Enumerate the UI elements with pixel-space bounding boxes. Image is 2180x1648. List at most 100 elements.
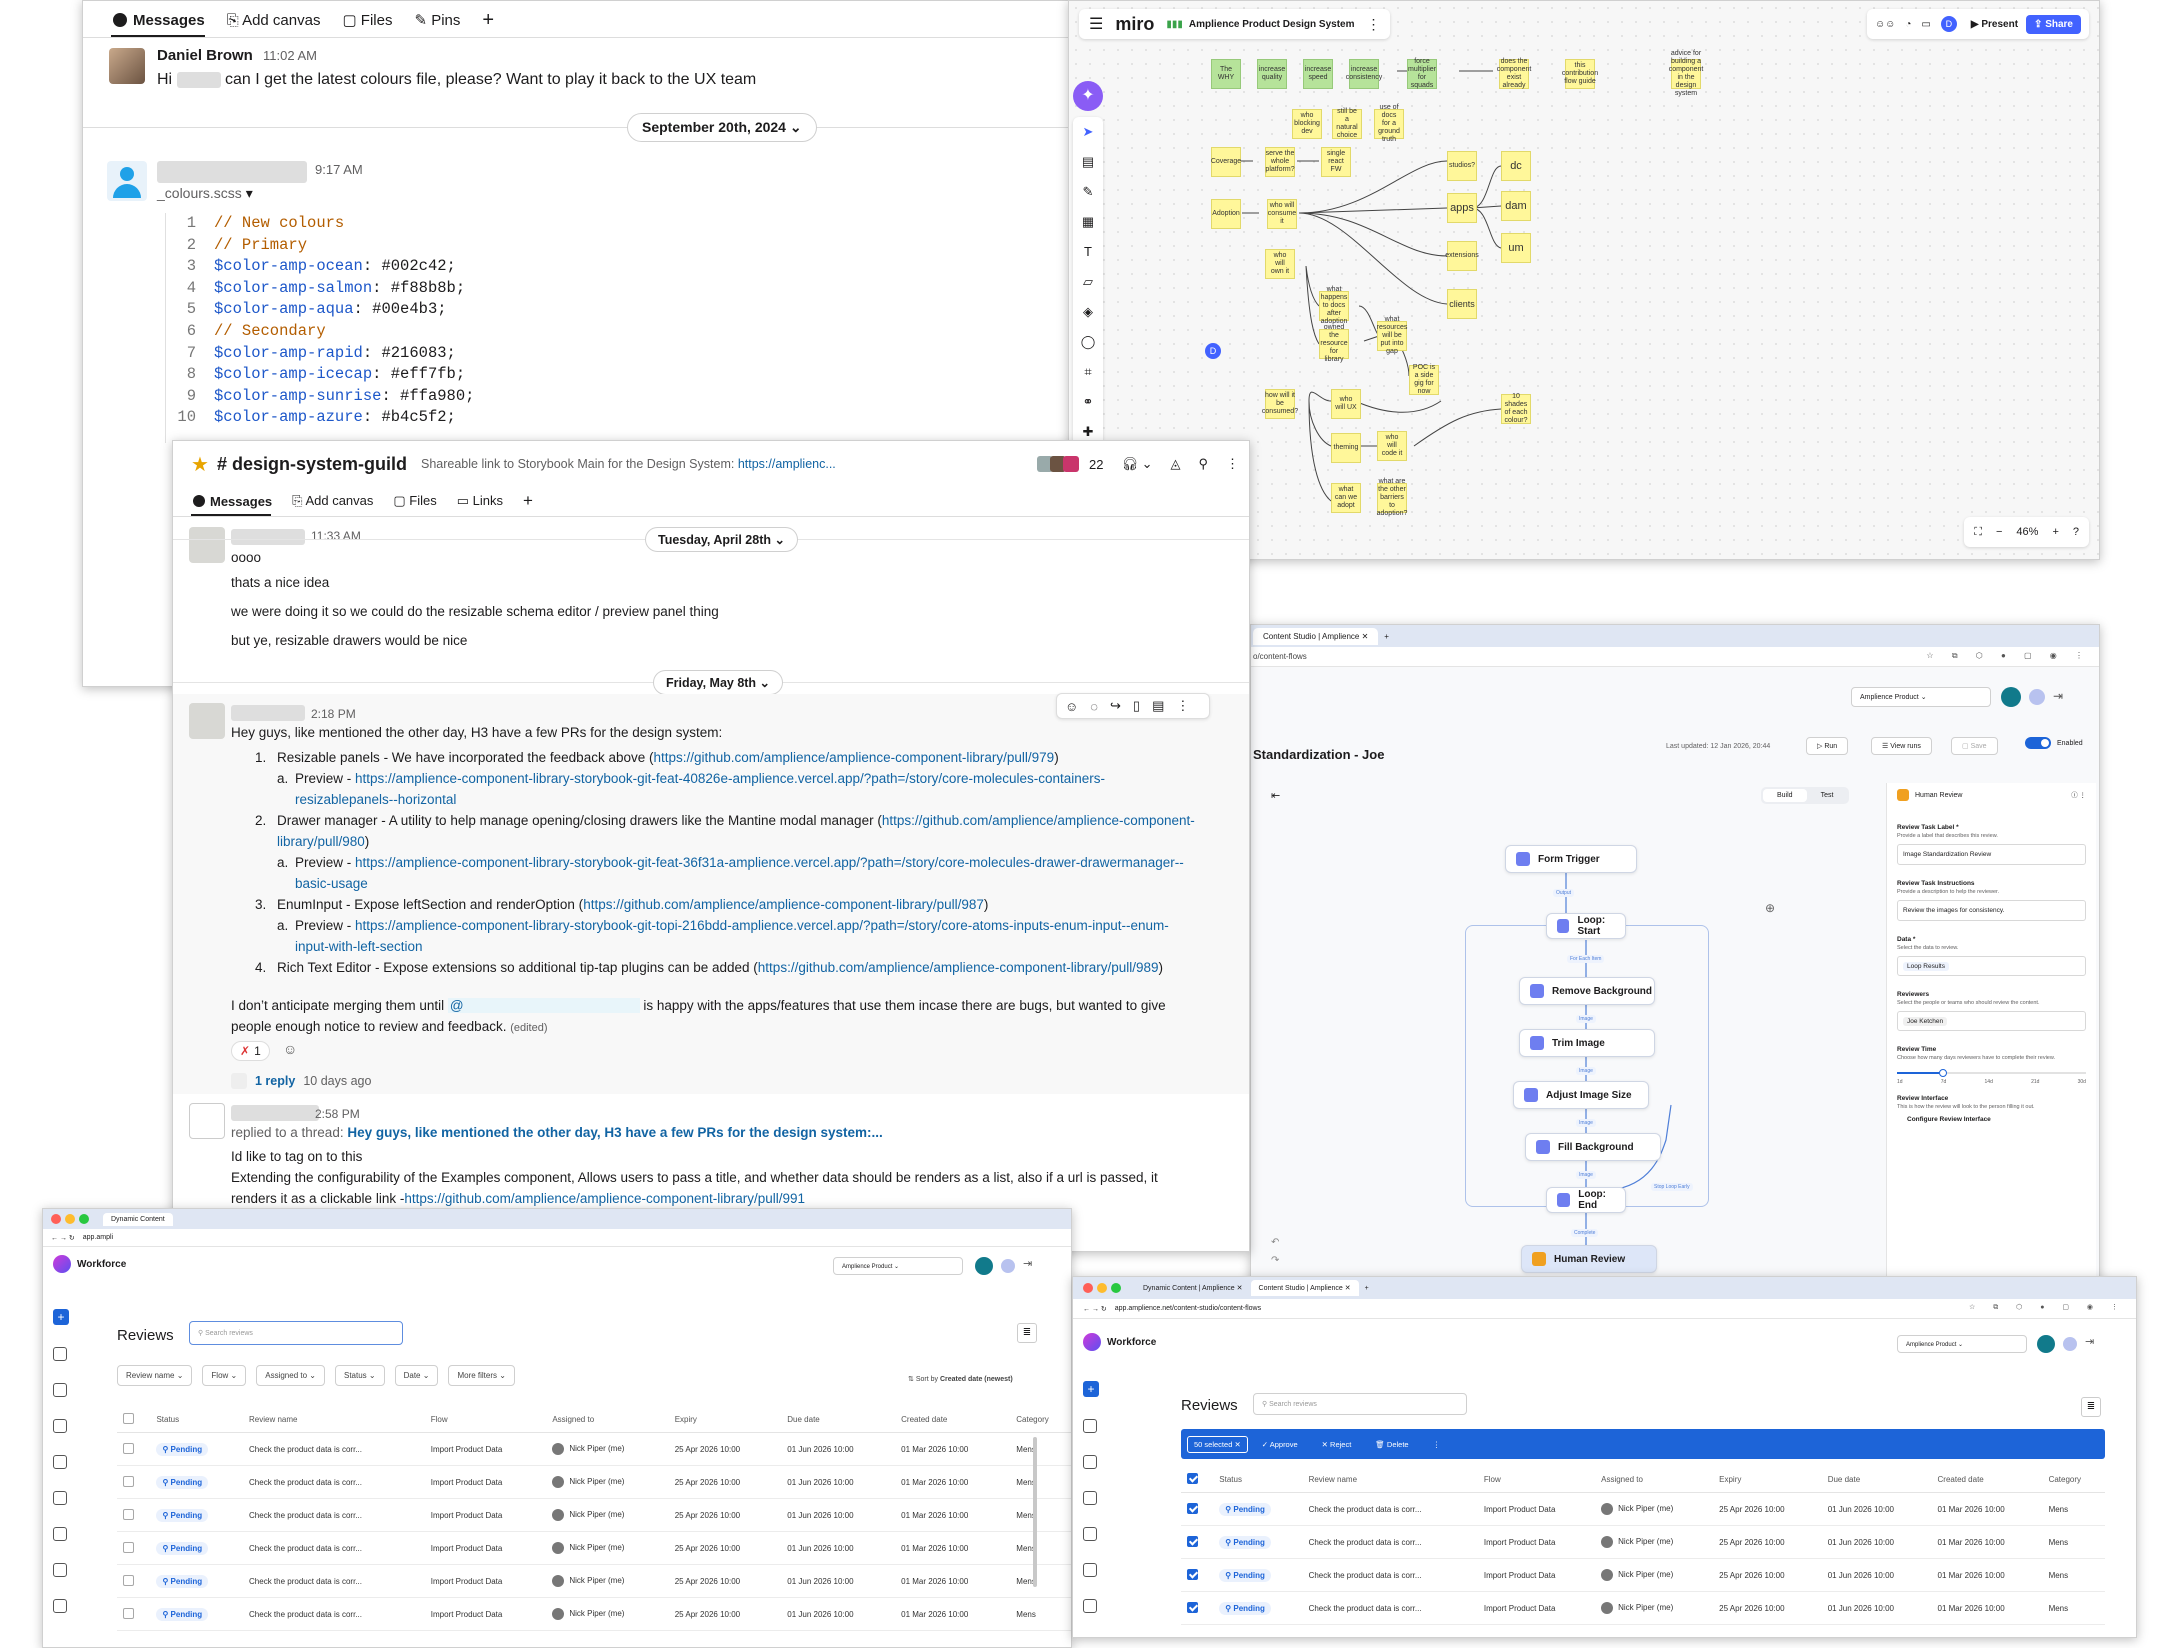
review-time-slider[interactable]: 1d 7d 14d 21d 30d (1897, 1066, 2086, 1085)
avatar-daniel[interactable] (109, 48, 145, 84)
url-text[interactable]: app.ampli (83, 1234, 113, 1241)
col-due[interactable]: Due date (781, 1407, 896, 1433)
minimize-icon[interactable] (65, 1214, 75, 1224)
add-tab-icon[interactable]: + (523, 491, 533, 511)
col-expiry[interactable]: Expiry (1713, 1467, 1822, 1493)
table-row[interactable]: ⚲ Pending Check the product data is corr.… (1181, 1525, 2105, 1559)
table-row[interactable]: ⚲ Pending Check the product data is corr.… (117, 1531, 1071, 1565)
node-human-review[interactable]: Human Review (1521, 1245, 1657, 1273)
member-count[interactable]: 22 (1089, 457, 1103, 472)
table-row[interactable]: ⚲ Pending Check the product data is corr.… (1181, 1591, 2105, 1625)
add-icon[interactable]: + (53, 1309, 69, 1325)
avatar-cartoon[interactable] (189, 1103, 225, 1139)
reject-button[interactable]: ✕ Reject (1322, 1440, 1352, 1449)
table-row[interactable]: ⚲ Pending Check the product data is corr.… (1181, 1558, 2105, 1592)
browser-tab-active[interactable]: Content Studio | Amplience ✕ (1250, 1280, 1359, 1296)
user-mention[interactable]: @ (447, 998, 640, 1013)
sticky-studios[interactable]: studios? (1447, 151, 1477, 181)
logout-icon[interactable]: ⇥ (2085, 1335, 2094, 1348)
sticky-dam[interactable]: dam (1501, 191, 1531, 221)
tab-files[interactable]: ▢ Files (393, 493, 436, 509)
sticky-barriers[interactable]: what are the other barriers to adoption? (1377, 478, 1408, 517)
col-status[interactable]: Status (1213, 1467, 1303, 1493)
notifications-icon[interactable] (2037, 1335, 2055, 1353)
sticky-single[interactable]: single react FW (1321, 147, 1351, 177)
avatar-d[interactable]: D (1205, 343, 1221, 359)
sticky-speed[interactable]: increase speed (1303, 59, 1333, 89)
bookmark-icon[interactable]: ▯ (1133, 698, 1152, 714)
sticky-natural[interactable]: still be a natural choice (1332, 108, 1362, 139)
avatar-blurred[interactable] (189, 703, 225, 739)
row-checkbox[interactable] (123, 1475, 134, 1487)
delete-button[interactable]: 🗑︎ Delete (1375, 1440, 1408, 1449)
sticky-dc[interactable]: dc (1501, 151, 1531, 181)
filter-date[interactable]: Date ⌄ (394, 1365, 439, 1386)
sticky-blocking[interactable]: who blocking dev (1292, 109, 1322, 139)
message-time[interactable]: 11:02 AM (263, 48, 317, 63)
help-icon[interactable]: ? (2073, 526, 2079, 538)
row-checkbox[interactable] (123, 1574, 134, 1586)
reaction-pill[interactable]: ✗ 1 (231, 1041, 270, 1061)
sticky-own[interactable]: who will own it (1265, 249, 1295, 279)
sticky-uxpr[interactable]: who will code it (1377, 431, 1407, 461)
row-checkbox[interactable] (1187, 1568, 1198, 1580)
notifications-icon[interactable] (975, 1257, 993, 1275)
table-row[interactable]: ⚲ Pending Check the product data is corr.… (117, 1498, 1071, 1532)
col-assigned[interactable]: Assigned to (546, 1407, 669, 1433)
scrollbar[interactable] (1033, 1437, 1037, 1587)
info-icon[interactable]: ⓘ ⋮ (2071, 791, 2086, 800)
col-assigned[interactable]: Assigned to (1595, 1467, 1714, 1493)
sticky-consistency[interactable]: increase consistency (1346, 59, 1382, 89)
node-remove-background[interactable]: Remove Background (1519, 977, 1655, 1005)
message-time[interactable]: 2:58 PM (315, 1107, 360, 1121)
avatar-blurred[interactable] (189, 527, 225, 563)
sticky-poc[interactable]: POC is a side gig for now (1409, 364, 1439, 395)
reply-icon[interactable]: ◌ (1090, 699, 1110, 714)
chevron-down-icon[interactable]: ▾ (246, 185, 253, 201)
headphones-icon[interactable]: 🎧︎ ⌄ (1121, 456, 1152, 472)
row-checkbox[interactable] (123, 1607, 134, 1619)
browser-tab[interactable]: Dynamic Content | Amplience ✕ (1135, 1281, 1251, 1295)
tab-links[interactable]: ▭ Links (457, 493, 503, 509)
sticky-adoption[interactable]: Adoption (1211, 199, 1241, 229)
thread-replies[interactable]: 1 reply 10 days ago (231, 1073, 371, 1089)
list-icon[interactable] (53, 1347, 67, 1361)
sticky-platform[interactable]: serve the whole platform? (1265, 147, 1295, 177)
new-tab-icon[interactable]: + (1365, 1285, 1369, 1292)
col-flow[interactable]: Flow (424, 1407, 547, 1433)
sticky-clients[interactable]: clients (1447, 289, 1477, 319)
sticky-resources[interactable]: what resources will be put into gap (1377, 316, 1408, 355)
col-created[interactable]: Created date (895, 1407, 1011, 1433)
row-checkbox[interactable] (1187, 1601, 1198, 1613)
nav-arrows-icon[interactable]: ← → ↻ (51, 1234, 75, 1242)
message-time[interactable]: 2:18 PM (311, 707, 356, 721)
channel-name[interactable]: # design-system-guild (217, 454, 407, 475)
user-avatar[interactable] (1001, 1259, 1015, 1273)
more-icon[interactable]: ⋮ (1226, 456, 1239, 472)
col-category[interactable]: Category (1010, 1407, 1071, 1433)
megaphone-icon[interactable] (1083, 1491, 1097, 1505)
filter-icon[interactable]: ≣ (1017, 1323, 1037, 1343)
rocket-icon[interactable] (1083, 1599, 1097, 1613)
row-checkbox[interactable] (123, 1442, 134, 1454)
table-row[interactable]: ⚲ Pending Check the product data is corr.… (1181, 1492, 2105, 1526)
sticky-consumer[interactable]: how will it be consumed? (1262, 389, 1298, 419)
file-name[interactable]: _colours.scss ▾ (157, 185, 253, 202)
date-divider[interactable]: Friday, May 8th ⌄ (653, 670, 784, 695)
search-icon[interactable]: ⚲ (1198, 456, 1208, 472)
node-loop-start[interactable]: Loop: Start (1546, 913, 1626, 939)
sticky-apps[interactable]: apps (1447, 193, 1477, 223)
canvas-redo-icon[interactable]: ↷ (1271, 1255, 1279, 1266)
col-review-name[interactable]: Review name (243, 1407, 425, 1433)
sticky-exists[interactable]: does the component exist already (1497, 58, 1531, 89)
review-label-input[interactable]: Image Standardization Review (1897, 844, 2086, 865)
add-icon[interactable]: + (1083, 1381, 1099, 1397)
sticky-um[interactable]: um (1501, 233, 1531, 263)
message-time[interactable]: 11:33 AM (311, 529, 361, 543)
sticky-adopted[interactable]: what can we adopt (1331, 483, 1361, 513)
col-review-name[interactable]: Review name (1302, 1467, 1478, 1493)
sparkle-icon[interactable] (53, 1491, 67, 1505)
tag-icon[interactable] (53, 1383, 67, 1397)
tab-add-canvas[interactable]: ⎘ Add canvas (292, 493, 373, 509)
user-avatar[interactable] (2063, 1337, 2077, 1351)
